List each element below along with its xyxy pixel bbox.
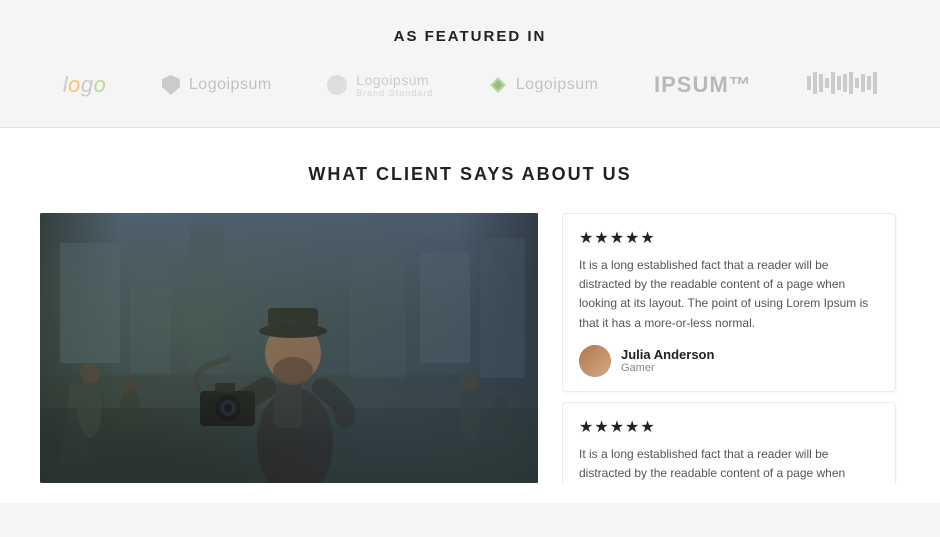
review-card-1: ★★★★★ It is a long established fact that… bbox=[562, 213, 896, 392]
circle-icon bbox=[327, 75, 347, 95]
review-text-1: It is a long established fact that a rea… bbox=[579, 256, 879, 333]
logo-text-1: logo bbox=[63, 72, 107, 98]
stars-1: ★★★★★ bbox=[579, 228, 879, 248]
featured-title: AS FEATURED IN bbox=[40, 28, 900, 45]
bars-logo-icon bbox=[807, 72, 877, 94]
logo-item-3: Logoipsum Brand Standard bbox=[327, 67, 433, 103]
review-text-2: It is a long established fact that a rea… bbox=[579, 445, 879, 483]
leaf-icon bbox=[489, 76, 507, 94]
logo-item-4: Logoipsum bbox=[489, 67, 599, 103]
stars-2: ★★★★★ bbox=[579, 417, 879, 437]
reviewer-avatar-1 bbox=[579, 345, 611, 377]
logo-item-5: IPSUM™ bbox=[654, 67, 752, 103]
logo-item-1: logo bbox=[63, 67, 107, 103]
logo-text-5: IPSUM™ bbox=[654, 72, 752, 98]
logo-text-2: Logoipsum bbox=[162, 75, 272, 95]
reviewer-name-1: Julia Anderson bbox=[621, 347, 714, 362]
client-section-title: WHAT CLIENT SAYS ABOUT US bbox=[40, 164, 900, 185]
logo-item-6 bbox=[807, 67, 877, 103]
logos-row: logo Logoipsum Logoipsum Brand Standard bbox=[40, 67, 900, 103]
photo-overlay bbox=[40, 213, 538, 483]
logo-text-4: Logoipsum bbox=[489, 76, 599, 94]
client-content: ★★★★★ It is a long established fact that… bbox=[40, 213, 900, 483]
logo-text-6 bbox=[807, 70, 877, 101]
client-section: WHAT CLIENT SAYS ABOUT US bbox=[0, 128, 940, 503]
featured-section: AS FEATURED IN logo Logoipsum Logoipsum bbox=[0, 0, 940, 127]
logo-item-2: Logoipsum bbox=[162, 67, 272, 103]
photographer-image bbox=[40, 213, 538, 483]
reviewer-info-1: Julia Anderson Gamer bbox=[579, 345, 879, 377]
review-card-2: ★★★★★ It is a long established fact that… bbox=[562, 402, 896, 483]
shield-icon bbox=[162, 75, 180, 95]
reviewer-role-1: Gamer bbox=[621, 362, 714, 374]
reviews-panel[interactable]: ★★★★★ It is a long established fact that… bbox=[562, 213, 900, 483]
logo-text-3: Logoipsum Brand Standard bbox=[327, 72, 433, 98]
reviewer-details-1: Julia Anderson Gamer bbox=[621, 347, 714, 374]
avatar-img-1 bbox=[579, 345, 611, 377]
